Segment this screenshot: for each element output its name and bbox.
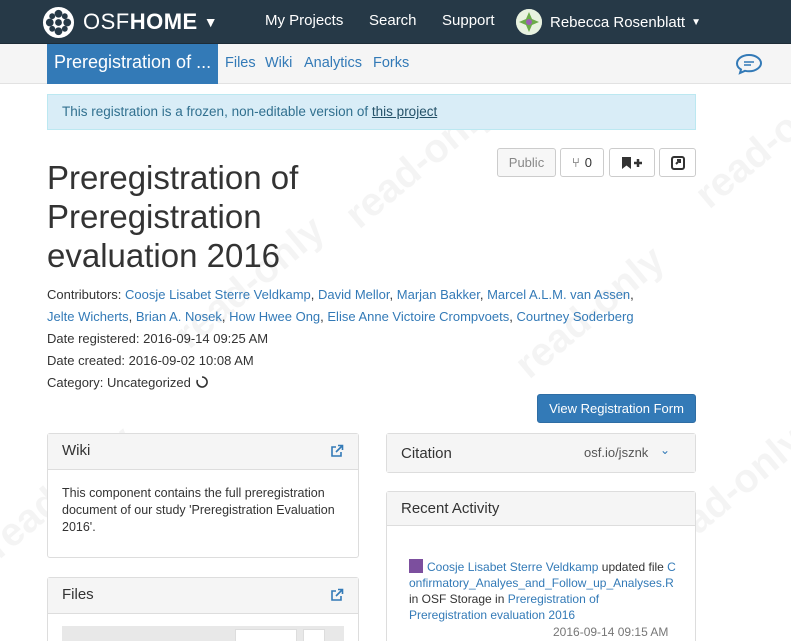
chevron-down-icon: ⌄ (660, 443, 671, 457)
osf-logo-icon (42, 6, 75, 38)
user-name: Rebecca Rosenblatt (550, 13, 686, 31)
nav-support[interactable]: Support (442, 12, 495, 29)
file-toolbar-button[interactable] (303, 629, 325, 641)
fork-count: 0 (584, 155, 593, 170)
top-navbar: OSFHOME ▼ My Projects Search Support Reb… (0, 0, 791, 44)
contributors-label: Contributors: (47, 287, 122, 302)
contributors-line: Contributors: Coosje Lisabet Sterre Veld… (47, 287, 634, 324)
this-project-link[interactable]: this project (372, 104, 437, 119)
user-avatar-icon (409, 559, 423, 573)
comments-icon[interactable] (735, 53, 763, 75)
tab-wiki[interactable]: Wiki (265, 55, 292, 71)
tab-analytics[interactable]: Analytics (304, 55, 362, 71)
contributor-link[interactable]: Marcel A.L.M. van Assen (487, 287, 630, 302)
osf-home-brand[interactable]: OSFHOME ▼ (42, 5, 218, 39)
wiki-content: This component contains the full preregi… (62, 486, 335, 534)
files-panel-title: Files (62, 586, 94, 603)
contributor-link[interactable]: Coosje Lisabet Sterre Veldkamp (125, 287, 311, 302)
brand-text: OSFHOME (83, 9, 198, 34)
wiki-panel-header: Wiki (48, 434, 358, 470)
contributor-link[interactable]: Brian A. Nosek (136, 309, 222, 324)
activity-action: updated file (598, 560, 668, 574)
file-browser (62, 626, 344, 641)
citation-link[interactable]: osf.io/jsznk (584, 445, 648, 460)
caret-down-icon: ▼ (203, 14, 218, 30)
category-text: Category: Uncategorized (47, 375, 191, 390)
tab-forks[interactable]: Forks (373, 55, 409, 71)
alert-text: This registration is a frozen, non-edita… (62, 104, 372, 119)
project-title-tab[interactable]: Preregistration of ... (47, 44, 218, 84)
citation-panel-title: Citation (401, 445, 452, 462)
date-created: Date created: 2016-09-02 10:08 AM (47, 353, 254, 368)
date-registered: Date registered: 2016-09-14 09:25 AM (47, 331, 269, 346)
external-link-icon[interactable] (330, 444, 344, 458)
recent-activity-title: Recent Activity (401, 500, 500, 517)
citation-panel-header: Citation osf.io/jsznk ⌄ (387, 434, 695, 472)
share-icon (670, 155, 685, 170)
citation-panel[interactable]: Citation osf.io/jsznk ⌄ (386, 433, 696, 473)
contributor-link[interactable]: Jelte Wicherts (47, 309, 129, 324)
share-button[interactable] (659, 148, 696, 177)
loading-spinner-icon (196, 376, 209, 388)
avatar (516, 9, 542, 35)
wiki-panel-title: Wiki (62, 442, 91, 459)
file-search-box[interactable] (235, 629, 297, 641)
bookmark-plus-icon (622, 156, 642, 169)
nav-search[interactable]: Search (369, 12, 417, 29)
public-button[interactable]: Public (497, 148, 556, 177)
caret-down-icon: ▼ (691, 16, 701, 28)
user-menu[interactable]: Rebecca Rosenblatt ▼ (516, 9, 701, 35)
recent-activity-header: Recent Activity (387, 492, 695, 526)
watermark: read-only (687, 67, 791, 217)
activity-timestamp: 2016-09-14 09:15 AM (553, 625, 669, 639)
bookmark-button[interactable] (609, 148, 655, 177)
activity-user-link[interactable]: Coosje Lisabet Sterre Veldkamp (427, 560, 598, 574)
contributor-link[interactable]: Marjan Bakker (397, 287, 480, 302)
view-registration-form-button[interactable]: View Registration Form (537, 394, 696, 423)
activity-item: Coosje Lisabet Sterre Veldkamp updated f… (409, 559, 679, 623)
frozen-registration-alert: This registration is a frozen, non-edita… (47, 94, 696, 130)
project-navbar: Preregistration of ... Files Wiki Analyt… (0, 44, 791, 84)
fork-button[interactable]: ⑂ 0 (560, 148, 604, 177)
wiki-panel: Wiki This component contains the full pr… (47, 433, 359, 558)
files-panel: Files (47, 577, 359, 641)
files-panel-header: Files (48, 578, 358, 614)
external-link-icon[interactable] (330, 588, 344, 602)
fork-icon: ⑂ (571, 155, 580, 170)
nav-my-projects[interactable]: My Projects (265, 12, 343, 29)
contributor-link[interactable]: How Hwee Ong (229, 309, 320, 324)
category-line: Category: Uncategorized (47, 372, 209, 394)
contributor-link[interactable]: Courtney Soderberg (516, 309, 633, 324)
tab-files[interactable]: Files (225, 55, 256, 71)
contributor-link[interactable]: Elise Anne Victoire Crompvoets (327, 309, 509, 324)
page-title: Preregistration of Preregistration evalu… (47, 159, 299, 274)
recent-activity-panel: Recent Activity Coosje Lisabet Sterre Ve… (386, 491, 696, 641)
activity-location: in OSF Storage in (409, 592, 508, 606)
contributor-link[interactable]: David Mellor (318, 287, 390, 302)
